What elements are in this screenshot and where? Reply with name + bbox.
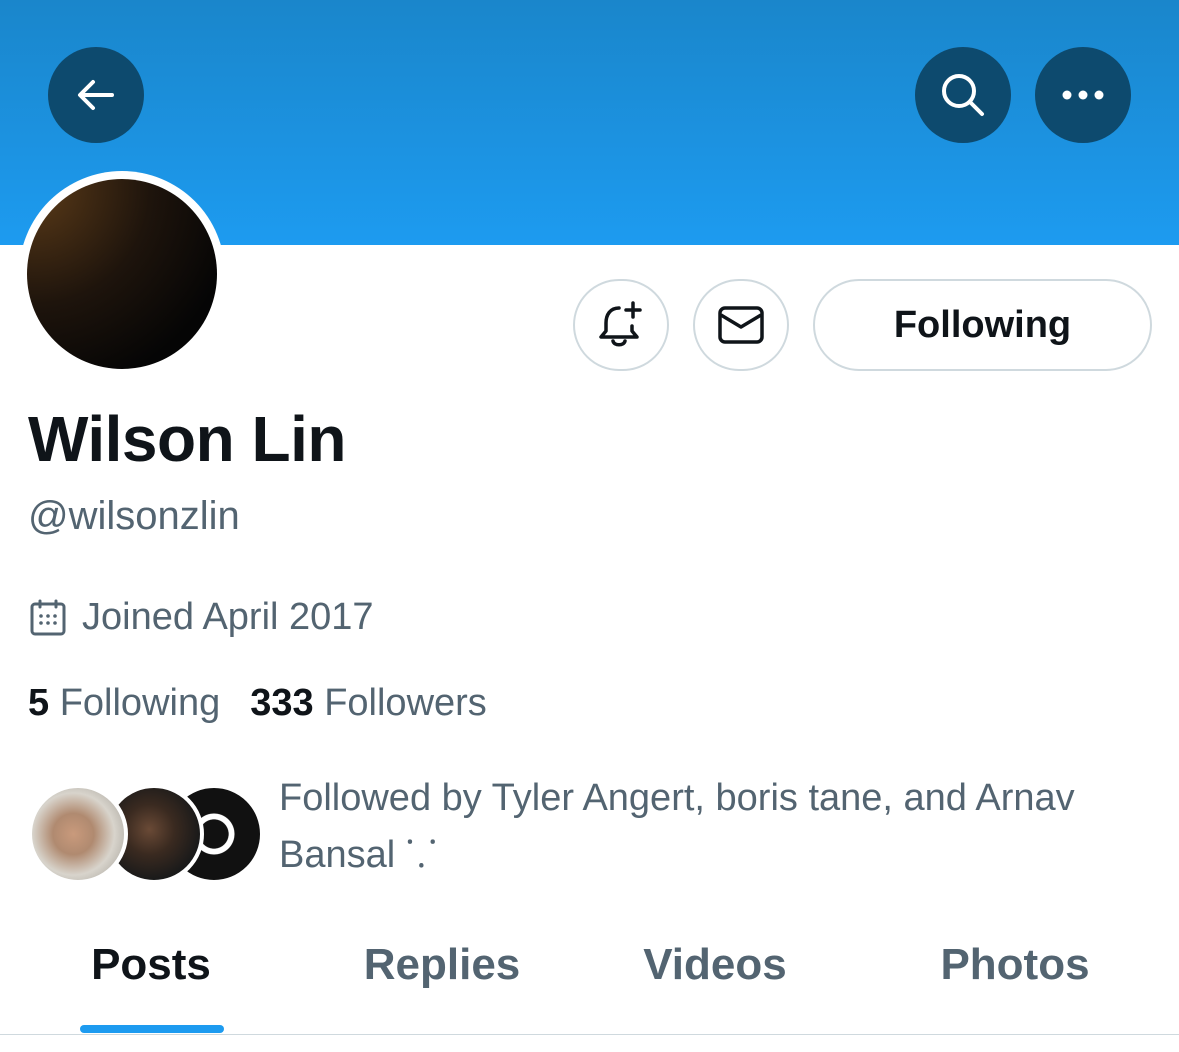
following-button-label: Following (893, 303, 1072, 346)
avatar[interactable] (27, 179, 217, 369)
follow-stats: 5 Following 333 Followers (28, 682, 487, 725)
joined-date: Joined April 2017 (28, 596, 374, 639)
profile-handle: @wilsonzlin (28, 494, 240, 538)
followers-count: 333 (250, 682, 314, 724)
bell-plus-icon (599, 301, 642, 347)
search-icon (942, 74, 984, 116)
following-stat[interactable]: 5 Following (28, 682, 220, 725)
mutual-followers-avatars[interactable] (28, 784, 264, 884)
message-button[interactable] (693, 279, 789, 371)
tab-replies[interactable]: Replies (364, 940, 521, 990)
followers-stat[interactable]: 333 Followers (250, 682, 487, 725)
following-button[interactable]: Following (813, 279, 1152, 371)
tab-photos[interactable]: Photos (940, 940, 1089, 990)
mutual-avatar-1 (28, 784, 128, 884)
avatar-ring (19, 171, 225, 377)
envelope-icon (718, 306, 764, 344)
joined-text: Joined April 2017 (82, 596, 374, 638)
following-count: 5 (28, 682, 50, 724)
profile-tabs: Posts Replies Videos Photos (0, 930, 1179, 1035)
followers-label: Followers (324, 682, 487, 724)
more-button[interactable] (1035, 47, 1131, 143)
search-button[interactable] (915, 47, 1011, 143)
notifications-button[interactable] (573, 279, 669, 371)
followed-by-text[interactable]: Followed by Tyler Angert, boris tane, an… (279, 770, 1149, 884)
profile-name: Wilson Lin (28, 403, 346, 475)
calendar-icon (30, 599, 66, 635)
tab-videos[interactable]: Videos (643, 940, 786, 990)
active-tab-indicator (80, 1025, 224, 1033)
back-button[interactable] (48, 47, 144, 143)
following-label: Following (59, 682, 221, 724)
tab-posts[interactable]: Posts (91, 940, 211, 990)
arrow-left-icon (78, 80, 114, 110)
more-horizontal-icon (1062, 90, 1104, 100)
